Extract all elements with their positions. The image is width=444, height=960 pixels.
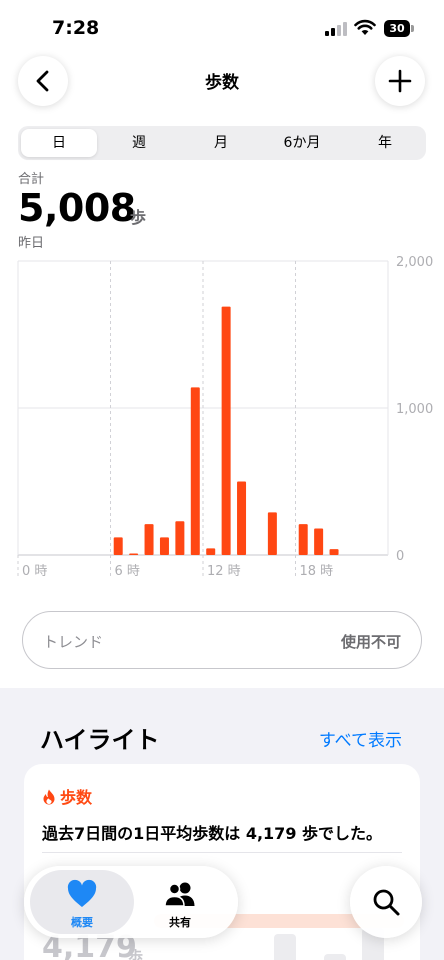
heart-icon	[67, 879, 97, 907]
chart-bar	[129, 553, 139, 555]
people-icon	[164, 882, 195, 907]
cellular-signal-icon	[325, 22, 347, 36]
wifi-icon	[354, 19, 376, 35]
chart-bar	[267, 512, 277, 555]
highlight-category: 歩数	[42, 784, 92, 808]
chart-bar	[314, 528, 324, 555]
search-icon	[373, 889, 400, 916]
tab-day[interactable]: 日	[21, 129, 97, 157]
tab-bar: 概要 共有	[24, 866, 238, 938]
trend-row[interactable]: トレンド 使用不可	[22, 611, 422, 669]
steps-summary-card: 日 週 月 6か月 年 合計 5,008 歩 昨日 0 1,000 2,000 0 時…	[0, 114, 444, 688]
chart-bar	[221, 306, 231, 555]
chart-bar	[159, 537, 169, 555]
date-label: 昨日	[18, 236, 45, 251]
chart-bar	[190, 387, 200, 555]
chart-bar	[144, 524, 154, 555]
highlight-category-label: 歩数	[60, 788, 93, 807]
ghost-bar	[324, 954, 346, 960]
flame-icon	[43, 789, 55, 805]
add-data-button[interactable]	[375, 56, 425, 106]
trend-label: トレンド	[43, 633, 104, 651]
highlight-average-unit: 歩	[128, 948, 144, 960]
x-tick-label: 12 時	[207, 564, 241, 579]
chart-bar	[237, 481, 247, 555]
y-tick-label: 1,000	[396, 402, 433, 417]
tab-summary-label: 概要	[71, 916, 93, 929]
x-tick-label: 6 時	[115, 564, 140, 579]
x-tick-label: 0 時	[22, 564, 47, 579]
tab-year[interactable]: 年	[347, 129, 423, 157]
status-bar: 7:28 30	[0, 0, 444, 50]
tab-sharing[interactable]: 共有	[128, 870, 232, 934]
ghost-bar	[274, 934, 296, 960]
status-time: 7:28	[52, 17, 100, 39]
tab-week[interactable]: 週	[101, 129, 177, 157]
y-tick-label: 2,000	[396, 255, 433, 270]
chart-bar	[113, 537, 123, 555]
chart-bar	[329, 549, 339, 555]
hourly-steps-chart[interactable]: 0 1,000 2,000 0 時 6 時 12 時 18 時	[0, 254, 444, 584]
y-tick-label: 0	[396, 549, 404, 564]
tab-month[interactable]: 月	[183, 129, 259, 157]
total-steps-unit: 歩	[130, 208, 147, 227]
period-selector: 日 週 月 6か月 年	[18, 126, 426, 160]
tab-6-months[interactable]: 6か月	[264, 129, 340, 157]
trend-status: 使用不可	[340, 633, 401, 651]
highlight-text: 過去7日間の1日平均歩数は 4,179 歩でした。	[42, 824, 383, 843]
battery-icon: 30	[384, 20, 414, 37]
search-button[interactable]	[350, 866, 422, 938]
divider	[42, 852, 402, 853]
chart-bar	[206, 548, 216, 555]
chart-bar	[298, 524, 308, 555]
total-steps-value: 5,008	[18, 186, 136, 230]
tab-sharing-label: 共有	[169, 916, 191, 929]
total-label: 合計	[18, 172, 45, 187]
show-all-link[interactable]: すべて表示	[319, 726, 402, 751]
highlights-heading: ハイライト	[40, 726, 160, 754]
x-tick-label: 18 時	[300, 564, 334, 579]
tab-summary[interactable]: 概要	[30, 870, 134, 934]
nav-bar: 歩数	[0, 50, 444, 114]
plus-icon	[388, 69, 412, 93]
chart-bar	[175, 521, 185, 555]
